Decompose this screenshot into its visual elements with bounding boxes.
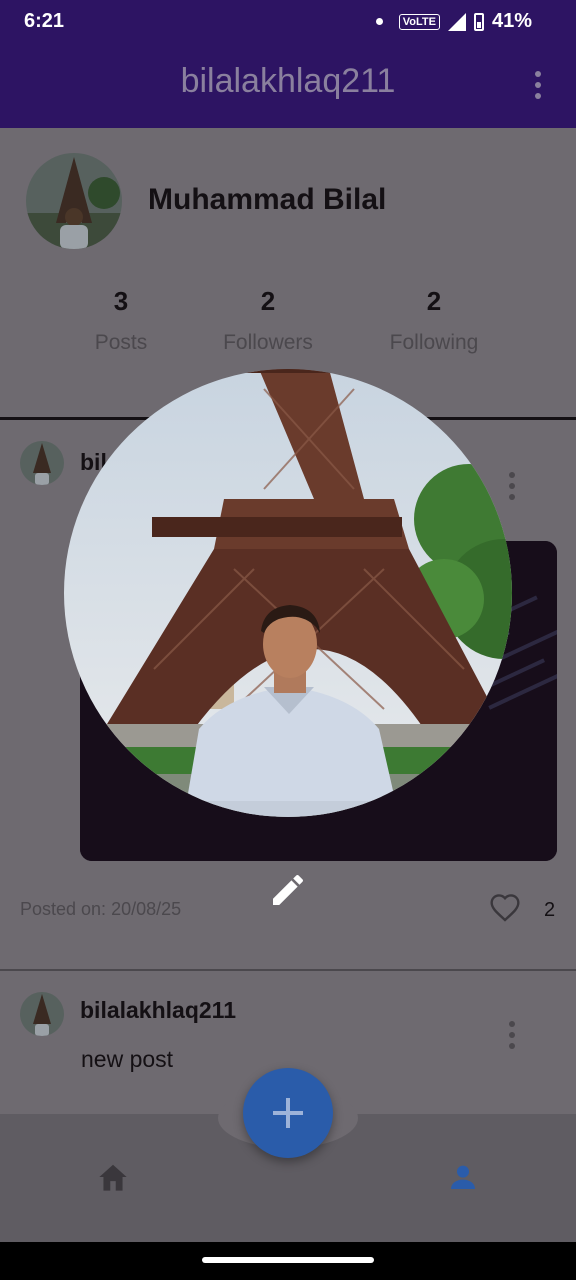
person-icon[interactable] — [447, 1161, 479, 1198]
battery-percent: 41% — [491, 10, 532, 32]
status-time: 6:21 — [24, 10, 65, 32]
battery-icon — [473, 12, 484, 31]
stat-followers[interactable]: 2 Followers — [188, 286, 348, 355]
profile-photo-preview[interactable] — [64, 369, 512, 817]
post-divider — [0, 969, 576, 971]
stat-following[interactable]: 2 Following — [354, 286, 514, 355]
stat-posts-label: Posts — [94, 331, 148, 354]
notification-dot-icon — [375, 18, 383, 25]
post-more-icon[interactable] — [509, 1021, 515, 1051]
stat-posts-count: 3 — [113, 286, 129, 316]
stat-following-label: Following — [389, 331, 479, 354]
profile-name: Muhammad Bilal — [148, 183, 387, 216]
post-avatar[interactable] — [20, 441, 64, 485]
stat-followers-count: 2 — [260, 286, 276, 316]
stat-following-count: 2 — [426, 286, 442, 316]
heart-icon[interactable] — [488, 892, 522, 929]
app-bar-title: bilalakhlaq211 — [180, 62, 396, 100]
post-more-icon[interactable] — [509, 472, 515, 502]
volte-badge: VoLTE — [398, 13, 440, 30]
stat-followers-label: Followers — [223, 331, 313, 354]
app-bar: bilalakhlaq211 — [0, 44, 576, 128]
signal-icon — [447, 12, 466, 31]
home-icon[interactable] — [96, 1162, 130, 1197]
post-text: new post — [81, 1046, 174, 1072]
add-icon — [273, 1098, 303, 1128]
like-count: 2 — [544, 899, 556, 921]
gesture-handle[interactable] — [202, 1257, 374, 1263]
status-bar: 6:21 VoLTE 41% — [0, 0, 576, 44]
posted-on-date: Posted on: 20/08/25 — [20, 899, 182, 919]
add-post-button[interactable] — [243, 1068, 333, 1158]
status-icons: VoLTE 41% — [375, 10, 532, 33]
edit-pencil-icon[interactable] — [268, 870, 308, 915]
stat-posts[interactable]: 3 Posts — [41, 286, 201, 355]
profile-avatar[interactable] — [26, 153, 122, 249]
post-username[interactable]: bilalakhlaq211 — [80, 997, 236, 1024]
post-avatar[interactable] — [20, 992, 64, 1036]
more-vert-icon[interactable] — [535, 71, 541, 101]
